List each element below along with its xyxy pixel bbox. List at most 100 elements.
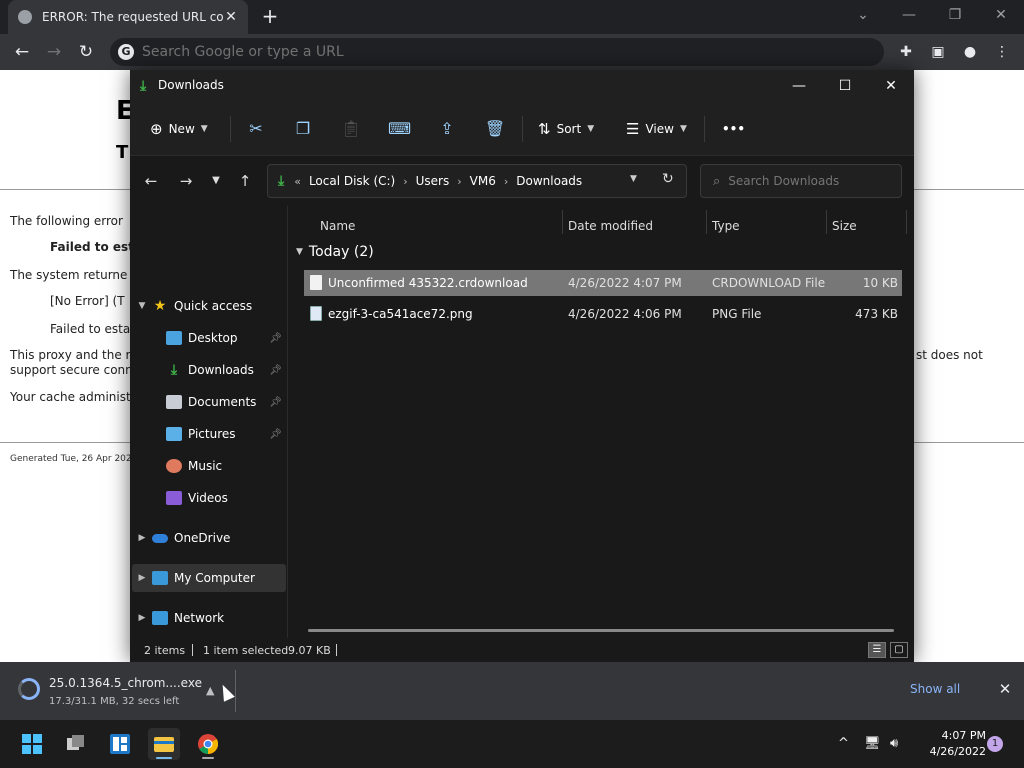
- show-all-link[interactable]: Show all: [910, 682, 960, 696]
- chevron-right-icon[interactable]: ▶: [132, 613, 152, 623]
- column-header-date[interactable]: Date modified: [568, 216, 653, 236]
- omnibox[interactable]: G: [110, 38, 884, 66]
- search-box[interactable]: ⌕: [700, 164, 902, 198]
- computer-icon: [152, 571, 168, 585]
- view-button[interactable]: ☰ View ▼: [626, 118, 687, 140]
- minimize-button[interactable]: —: [788, 76, 810, 96]
- back-arrow-icon[interactable]: ←: [140, 170, 162, 192]
- omnibox-input[interactable]: [142, 44, 842, 60]
- side-panel-icon[interactable]: ▣: [928, 42, 948, 62]
- downloads-icon: ⤓: [170, 362, 178, 378]
- breadcrumb-vm6[interactable]: VM6: [470, 174, 496, 188]
- nav-quick-access[interactable]: ▼ ★ Quick access: [132, 292, 286, 320]
- nav-desktop[interactable]: Desktop 📌︎: [132, 324, 286, 352]
- nav-music[interactable]: Music: [132, 452, 286, 480]
- group-header-today[interactable]: ▼ Today (2): [296, 244, 374, 260]
- chevron-up-icon[interactable]: ▲: [206, 684, 214, 697]
- file-explorer-app[interactable]: [148, 728, 180, 760]
- chrome-app[interactable]: [192, 728, 224, 760]
- nav-label: Desktop: [188, 331, 238, 345]
- column-divider[interactable]: [562, 210, 563, 234]
- column-divider[interactable]: [706, 210, 707, 234]
- nav-videos[interactable]: Videos: [132, 484, 286, 512]
- address-dropdown-icon[interactable]: ▼: [630, 174, 637, 184]
- search-input[interactable]: [728, 174, 879, 188]
- file-row[interactable]: Unconfirmed 435322.crdownload 4/26/2022 …: [304, 270, 902, 296]
- breadcrumb-local-disk[interactable]: Local Disk (C:): [309, 174, 395, 188]
- selection-size: 9.07 KB: [288, 644, 331, 657]
- refresh-icon[interactable]: ↻: [662, 171, 674, 187]
- recent-locations-icon[interactable]: ▼: [205, 170, 227, 192]
- breadcrumb-separator[interactable]: ›: [504, 175, 508, 188]
- forward-button[interactable]: →: [42, 40, 66, 64]
- cut-icon[interactable]: ✂: [245, 118, 267, 140]
- delete-icon[interactable]: 🗑︎: [484, 118, 506, 140]
- error-text: st does not: [916, 348, 983, 362]
- profile-icon[interactable]: ●: [960, 42, 980, 62]
- column-header-type[interactable]: Type: [712, 216, 740, 236]
- volume-icon[interactable]: 🔊︎: [890, 736, 898, 751]
- file-row[interactable]: ezgif-3-ca541ace72.png 4/26/2022 4:06 PM…: [304, 301, 902, 327]
- breadcrumb-downloads[interactable]: Downloads: [516, 174, 582, 188]
- tiles-view-icon[interactable]: ▢: [890, 642, 908, 658]
- download-progress-text: 17.3/31.1 MB, 32 secs left: [49, 696, 180, 707]
- extensions-icon[interactable]: ✚: [896, 42, 916, 62]
- sort-button[interactable]: ⇅ Sort ▼: [538, 118, 594, 140]
- download-item[interactable]: 25.0.1364.5_chrom....exe 17.3/31.1 MB, 3…: [10, 670, 236, 712]
- sort-icon: ⇅: [538, 120, 551, 138]
- download-shelf: 25.0.1364.5_chrom....exe 17.3/31.1 MB, 3…: [0, 662, 1024, 720]
- browser-restore-button[interactable]: ❐: [942, 4, 968, 26]
- copy-icon[interactable]: ❐: [292, 118, 314, 140]
- paste-icon[interactable]: 📋︎: [340, 118, 362, 140]
- search-tabs-icon[interactable]: ⌄: [850, 4, 876, 26]
- forward-arrow-icon[interactable]: →: [175, 170, 197, 192]
- share-icon[interactable]: ⇪: [436, 118, 458, 140]
- column-header-size[interactable]: Size: [832, 216, 857, 236]
- breadcrumb-users[interactable]: Users: [416, 174, 450, 188]
- nav-onedrive[interactable]: ▶ OneDrive: [132, 524, 286, 552]
- file-date: 4/26/2022 4:06 PM: [568, 307, 682, 321]
- nav-my-computer[interactable]: ▶ My Computer: [132, 564, 286, 592]
- sort-label: Sort: [556, 122, 582, 136]
- nav-network[interactable]: ▶ Network: [132, 604, 286, 632]
- widgets-button[interactable]: [104, 728, 136, 760]
- chevron-right-icon[interactable]: ▶: [132, 533, 152, 543]
- breadcrumb-separator[interactable]: ›: [403, 175, 407, 188]
- close-button[interactable]: ✕: [880, 76, 902, 96]
- chevron-down-icon[interactable]: ▼: [132, 301, 152, 311]
- more-options-button[interactable]: •••: [722, 118, 745, 140]
- column-header-name[interactable]: Name: [320, 216, 355, 236]
- back-button[interactable]: ←: [10, 40, 34, 64]
- start-button[interactable]: [16, 728, 48, 760]
- clock[interactable]: 4:07 PM 4/26/2022: [916, 728, 986, 760]
- browser-tab[interactable]: ERROR: The requested URL could not be re…: [8, 0, 248, 34]
- browser-close-button[interactable]: ✕: [988, 4, 1014, 26]
- menu-icon[interactable]: ⋮: [992, 42, 1012, 62]
- new-button[interactable]: ⊕ New ▼: [150, 118, 208, 140]
- rename-icon[interactable]: ⌨: [388, 118, 411, 140]
- up-arrow-icon[interactable]: ↑: [234, 170, 256, 192]
- breadcrumb-separator[interactable]: ›: [457, 175, 461, 188]
- folder-icon: [154, 737, 174, 752]
- overflow-icon[interactable]: «: [294, 175, 301, 188]
- reload-button[interactable]: ↻: [74, 40, 98, 64]
- horizontal-scrollbar[interactable]: [308, 629, 894, 632]
- nav-documents[interactable]: Documents 📌︎: [132, 388, 286, 416]
- close-icon[interactable]: ✕: [996, 680, 1014, 698]
- column-divider[interactable]: [906, 210, 907, 234]
- tab-close-icon[interactable]: ✕: [224, 9, 238, 25]
- network-status-icon[interactable]: 🖥︎: [864, 736, 881, 751]
- chrome-icon: [198, 734, 218, 754]
- new-tab-button[interactable]: +: [258, 4, 282, 28]
- task-view-button[interactable]: [60, 728, 92, 760]
- address-bar[interactable]: ⤓ « Local Disk (C:) › Users › VM6 › Down…: [267, 164, 687, 198]
- details-view-icon[interactable]: ☰: [868, 642, 886, 658]
- maximize-button[interactable]: ☐: [834, 76, 856, 96]
- nav-pictures[interactable]: Pictures 📌︎: [132, 420, 286, 448]
- column-divider[interactable]: [826, 210, 827, 234]
- chevron-right-icon[interactable]: ▶: [132, 573, 152, 583]
- browser-minimize-button[interactable]: —: [896, 4, 922, 26]
- nav-downloads[interactable]: ⤓ Downloads 📌︎: [132, 356, 286, 384]
- notification-badge[interactable]: 1: [987, 736, 1003, 752]
- show-hidden-icons-icon[interactable]: ^: [838, 736, 849, 751]
